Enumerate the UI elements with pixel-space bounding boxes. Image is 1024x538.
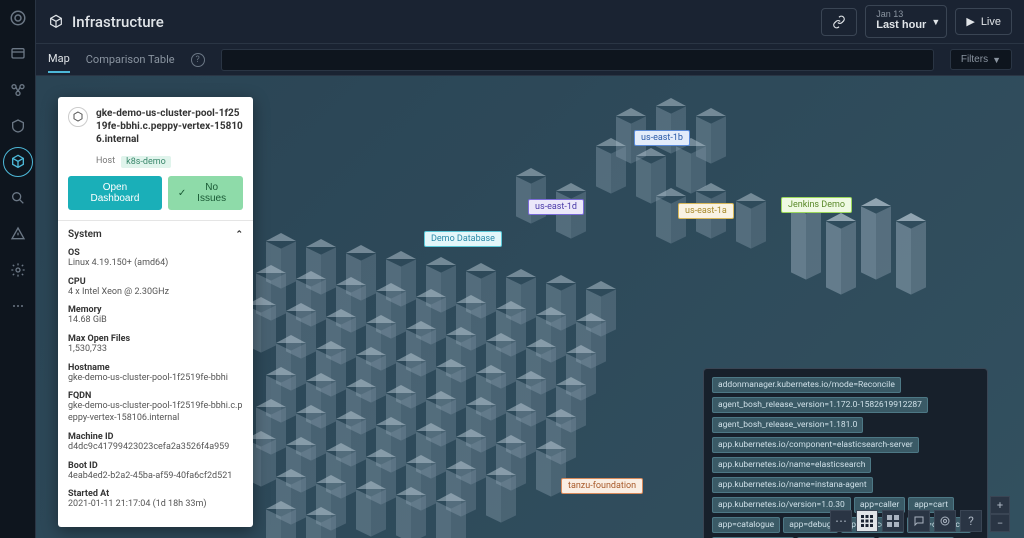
cube-icon xyxy=(48,14,64,30)
hostname-label: Hostname xyxy=(68,363,243,373)
host-node[interactable] xyxy=(896,221,926,291)
chevron-down-icon: ▼ xyxy=(992,55,1001,65)
tag-row: app.kubernetes.io/name=elasticsearch xyxy=(712,457,979,473)
host-icon xyxy=(68,107,88,127)
tag-row: agent_bosh_release_version=1.181.0 xyxy=(712,417,979,433)
header: Infrastructure Jan 13 Last hour ▼ ▶ Live xyxy=(36,0,1024,44)
link-button[interactable] xyxy=(821,8,857,36)
nav-infrastructure-icon[interactable] xyxy=(8,152,28,172)
cpu-value: 4 x Intel Xeon @ 2.30GHz xyxy=(68,287,243,299)
max-open-files-label: Max Open Files xyxy=(68,334,243,344)
tag-chip[interactable]: app=catalogue xyxy=(712,517,780,533)
nav-analyze-icon[interactable] xyxy=(8,188,28,208)
cpu-label: CPU xyxy=(68,277,243,287)
nav-logo-icon[interactable] xyxy=(8,8,28,28)
section-system-header[interactable]: System ⌃ xyxy=(58,221,253,248)
tag-chip[interactable]: agent_bosh_release_version=1.172.0-15826… xyxy=(712,397,928,413)
subheader: Map Comparison Table ? Filters ▼ xyxy=(36,44,1024,76)
map-toolbar: ⋯ ? + − xyxy=(830,496,1010,532)
tag-chip[interactable]: agent_bosh_release_version=1.181.0 xyxy=(712,417,863,433)
region-label-us-east-1a: us-east-1a xyxy=(678,203,734,219)
machine-id-label: Machine ID xyxy=(68,432,243,442)
tool-comment-icon[interactable] xyxy=(908,510,930,532)
time-sub: Jan 13 xyxy=(876,10,903,19)
link-icon xyxy=(832,15,846,29)
sidebar-nav xyxy=(0,0,36,538)
tab-comparison-table[interactable]: Comparison Table xyxy=(86,47,175,72)
tab-map[interactable]: Map xyxy=(48,46,70,73)
zoom-in-button[interactable]: + xyxy=(990,496,1010,514)
hostname-value: gke-demo-us-cluster-pool-1f2519fe-bbhi xyxy=(68,373,243,385)
nav-more-icon[interactable] xyxy=(8,296,28,316)
tag-row: agent_bosh_release_version=1.172.0-15826… xyxy=(712,397,979,413)
live-label: Live xyxy=(981,16,1001,28)
host-node[interactable] xyxy=(306,515,336,538)
check-icon: ✓ xyxy=(178,188,186,199)
time-main: Last hour xyxy=(876,19,926,32)
filters-button[interactable]: Filters ▼ xyxy=(950,49,1012,70)
region-label-tanzu: tanzu-foundation xyxy=(561,478,643,494)
tool-help-icon[interactable]: ? xyxy=(960,510,982,532)
host-node[interactable] xyxy=(396,495,426,538)
fqdn-value: gke-demo-us-cluster-pool-1f2519fe-bbhi.c… xyxy=(68,401,243,424)
zoom-out-button[interactable]: − xyxy=(990,514,1010,532)
host-label: Host xyxy=(96,156,115,168)
tool-dots-icon[interactable]: ⋯ xyxy=(830,510,852,532)
chevron-up-icon: ⌃ xyxy=(235,230,243,240)
no-issues-button[interactable]: ✓ No Issues xyxy=(168,176,243,210)
nav-events-icon[interactable] xyxy=(8,224,28,244)
host-node[interactable] xyxy=(791,206,821,276)
live-button[interactable]: ▶ Live xyxy=(955,8,1012,35)
region-label-us-east-1d: us-east-1d xyxy=(528,199,584,215)
tag-row: app.kubernetes.io/name=instana-agent xyxy=(712,477,979,493)
help-icon[interactable]: ? xyxy=(191,53,205,67)
host-node[interactable] xyxy=(861,206,891,276)
tool-target-icon[interactable] xyxy=(934,510,956,532)
nav-websites-icon[interactable] xyxy=(8,44,28,64)
nav-applications-icon[interactable] xyxy=(8,80,28,100)
host-node[interactable] xyxy=(356,489,386,533)
nav-platforms-icon[interactable] xyxy=(8,116,28,136)
tag-chip[interactable]: app.kubernetes.io/name=elasticsearch xyxy=(712,457,871,473)
started-at-label: Started At xyxy=(68,489,243,499)
host-node[interactable] xyxy=(736,201,766,245)
tag-chip[interactable]: addonmanager.kubernetes.io/mode=Reconcil… xyxy=(712,377,901,393)
play-icon: ▶ xyxy=(966,15,974,28)
memory-value: 14.68 GiB xyxy=(68,315,243,327)
page-title-text: Infrastructure xyxy=(72,13,164,31)
host-tag: k8s-demo xyxy=(121,156,171,168)
tool-large-grid-icon[interactable] xyxy=(882,510,904,532)
detail-title: gke-demo-us-cluster-pool-1f2519fe-bbhi.c… xyxy=(96,107,243,146)
started-at-value: 2021-01-11 21:17:04 (1d 18h 33m) xyxy=(68,499,243,511)
region-label-jenkins: Jenkins Demo xyxy=(781,197,852,213)
tool-grid-view-icon[interactable] xyxy=(856,510,878,532)
host-node[interactable] xyxy=(826,221,856,291)
host-node[interactable] xyxy=(266,509,296,538)
region-label-us-east-1b: us-east-1b xyxy=(634,130,690,146)
os-value: Linux 4.19.150+ (amd64) xyxy=(68,258,243,270)
page-title: Infrastructure xyxy=(48,13,164,31)
host-node[interactable] xyxy=(596,146,626,190)
query-input[interactable] xyxy=(221,49,934,71)
host-node[interactable] xyxy=(486,475,516,519)
open-dashboard-button[interactable]: Open Dashboard xyxy=(68,176,162,210)
os-label: OS xyxy=(68,248,243,258)
tag-row: addonmanager.kubernetes.io/mode=Reconcil… xyxy=(712,377,979,393)
boot-id-value: 4eab4ed2-b2a2-45ba-af59-40fa6cf2d521 xyxy=(68,471,243,483)
nav-settings-icon[interactable] xyxy=(8,260,28,280)
time-picker-button[interactable]: Jan 13 Last hour ▼ xyxy=(865,5,947,37)
tag-chip[interactable]: app.kubernetes.io/name=instana-agent xyxy=(712,477,873,493)
host-detail-panel: gke-demo-us-cluster-pool-1f2519fe-bbhi.c… xyxy=(58,97,253,527)
tag-row: app.kubernetes.io/component=elasticsearc… xyxy=(712,437,979,453)
host-node[interactable] xyxy=(436,501,466,538)
tag-chip[interactable]: app.kubernetes.io/component=elasticsearc… xyxy=(712,437,919,453)
memory-label: Memory xyxy=(68,305,243,315)
region-label-demo-database: Demo Database xyxy=(424,231,502,247)
boot-id-label: Boot ID xyxy=(68,461,243,471)
chevron-down-icon: ▼ xyxy=(931,17,940,27)
machine-id-value: d4dc9c41799423023cefa2a3526f4a959 xyxy=(68,442,243,454)
fqdn-label: FQDN xyxy=(68,391,243,401)
max-open-files-value: 1,530,733 xyxy=(68,344,243,356)
